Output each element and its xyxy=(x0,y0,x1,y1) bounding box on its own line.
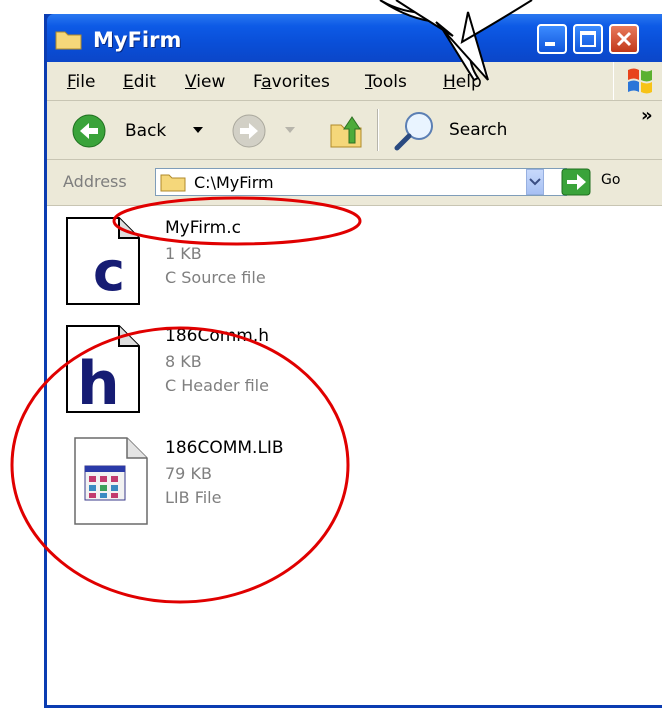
menu-favorites[interactable]: Favorites xyxy=(253,72,330,92)
window-title: MyFirm xyxy=(93,28,182,52)
svg-text:c: c xyxy=(93,240,125,303)
title-bar[interactable]: MyFirm xyxy=(47,14,662,62)
file-item-186comm-lib[interactable]: 186COMM.LIB 79 KB LIB File xyxy=(65,436,485,536)
search-icon xyxy=(394,112,433,151)
c-header-file-icon: h xyxy=(66,325,140,414)
maximize-button[interactable] xyxy=(573,24,603,54)
file-type: LIB File xyxy=(165,488,222,507)
svg-text:h: h xyxy=(77,349,120,414)
file-item-186comm-h[interactable]: h 186Comm.h 8 KB C Header file xyxy=(65,324,485,424)
folder-icon xyxy=(160,174,186,192)
chevron-down-icon xyxy=(529,178,541,186)
toolbar-overflow-chevron[interactable]: » xyxy=(641,105,653,126)
address-dropdown-button[interactable] xyxy=(526,169,544,195)
back-arrow-icon xyxy=(72,114,106,148)
minimize-button[interactable] xyxy=(537,24,567,54)
menu-edit[interactable]: Edit xyxy=(123,72,156,92)
menu-file[interactable]: File xyxy=(67,72,95,92)
c-source-file-icon: c xyxy=(66,217,140,305)
maximize-icon xyxy=(580,31,596,47)
address-input[interactable]: C:\MyFirm xyxy=(155,168,567,196)
search-label: Search xyxy=(449,120,508,140)
standard-toolbar: Back Search » xyxy=(47,101,662,160)
file-size: 1 KB xyxy=(165,244,202,263)
file-name: 186COMM.LIB xyxy=(165,438,284,458)
windows-flag-icon xyxy=(628,68,652,94)
file-type: C Header file xyxy=(165,376,269,395)
file-name: MyFirm.c xyxy=(165,218,241,238)
go-button-label[interactable]: Go xyxy=(601,172,620,188)
address-bar: Address C:\MyFirm Go xyxy=(47,160,662,206)
go-arrow-icon[interactable] xyxy=(561,168,591,196)
folder-icon xyxy=(55,31,82,50)
lib-file-icon xyxy=(74,437,148,525)
file-list: c MyFirm.c 1 KB C Source file h 186Comm.… xyxy=(47,206,662,705)
file-type: C Source file xyxy=(165,268,266,287)
file-name: 186Comm.h xyxy=(165,326,270,346)
file-item-myfirm-c[interactable]: c MyFirm.c 1 KB C Source file xyxy=(65,216,485,316)
minimize-icon xyxy=(545,42,555,46)
menu-help[interactable]: Help xyxy=(443,72,482,92)
folder-up-icon[interactable] xyxy=(327,111,367,151)
address-value: C:\MyFirm xyxy=(194,173,274,192)
forward-dropdown-icon[interactable] xyxy=(285,127,295,135)
menu-bar: File Edit View Favorites Tools Help xyxy=(47,62,662,101)
back-button[interactable]: Back xyxy=(71,113,221,149)
file-size: 79 KB xyxy=(165,464,212,483)
windows-logo xyxy=(613,62,662,100)
back-label: Back xyxy=(125,121,167,141)
explorer-window: MyFirm File Edit View Favorites Tools He… xyxy=(44,14,662,708)
window-client-area: File Edit View Favorites Tools Help Back… xyxy=(47,62,662,705)
menu-view[interactable]: View xyxy=(185,72,225,92)
search-button[interactable]: Search xyxy=(393,109,533,151)
close-icon xyxy=(616,31,632,47)
close-button[interactable] xyxy=(609,24,639,54)
back-dropdown-icon[interactable] xyxy=(193,127,203,135)
file-size: 8 KB xyxy=(165,352,202,371)
toolbar-separator xyxy=(377,109,379,151)
forward-arrow-icon xyxy=(232,114,266,148)
forward-button[interactable] xyxy=(231,113,311,149)
address-label: Address xyxy=(63,172,127,191)
menu-tools[interactable]: Tools xyxy=(365,72,407,92)
